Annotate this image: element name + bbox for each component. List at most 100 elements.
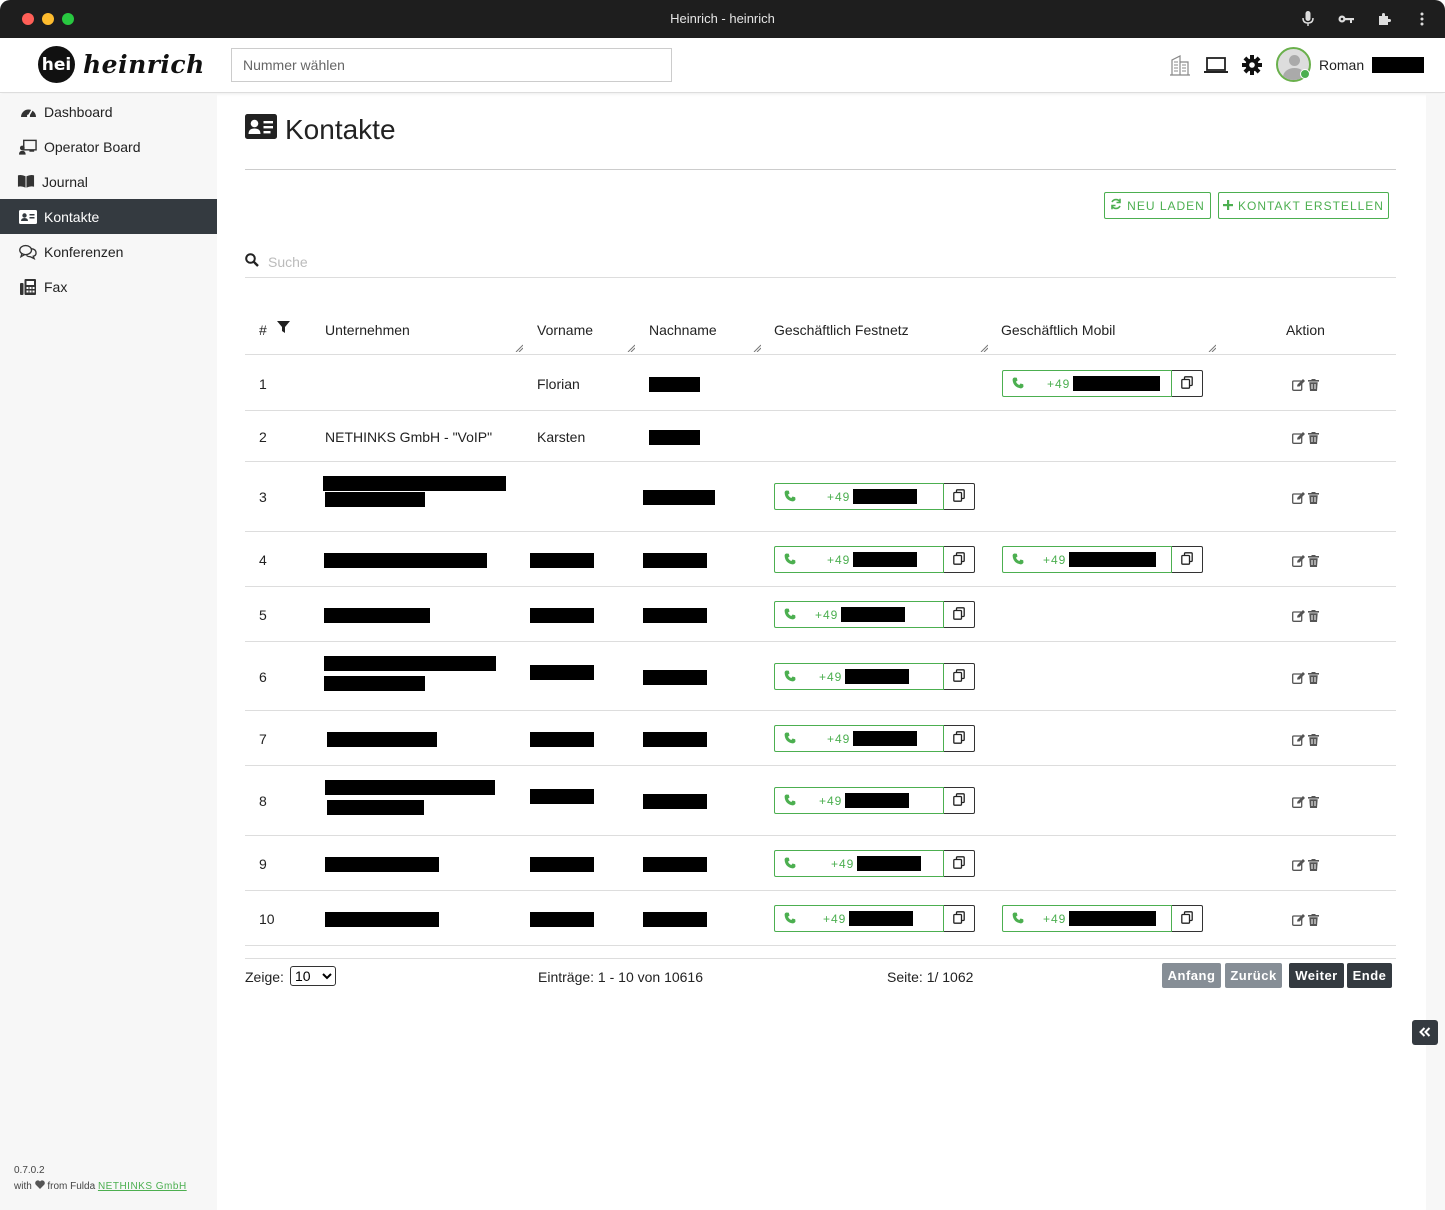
footer-company-link[interactable]: NETHINKS GmbH [98,1181,187,1192]
column-resize-handle[interactable] [627,344,635,352]
trash-icon[interactable] [1308,913,1319,929]
next-page-button[interactable]: Weiter [1289,963,1344,988]
previous-page-button[interactable]: Zurück [1225,963,1282,988]
phone-call-button[interactable]: +49 [774,546,975,573]
copy-number-button[interactable] [944,663,975,690]
key-icon[interactable] [1337,9,1355,29]
edit-icon[interactable] [1292,609,1305,625]
row-number: 7 [259,731,267,747]
phone-call-button[interactable]: +49 [774,663,975,690]
microphone-icon[interactable] [1299,9,1317,29]
more-menu-icon[interactable] [1413,9,1431,29]
phone-dial-button[interactable]: +49 [774,725,945,752]
phone-icon [784,793,796,809]
trash-icon[interactable] [1308,554,1319,570]
phone-dial-button[interactable]: +49 [774,850,945,877]
phone-dial-button[interactable]: +49 [1002,546,1173,573]
reload-button[interactable]: NEU LADEN [1104,192,1211,219]
phone-call-button[interactable]: +49 [774,850,975,877]
edit-icon[interactable] [1292,733,1305,749]
copy-number-button[interactable] [1172,546,1203,573]
trash-icon[interactable] [1308,609,1319,625]
copy-number-button[interactable] [944,787,975,814]
phone-call-button[interactable]: +49 [1002,546,1203,573]
column-resize-handle[interactable] [515,344,523,352]
phone-dial-button[interactable]: +49 [774,905,945,932]
copy-number-button[interactable] [944,850,975,877]
column-header-vorname[interactable]: Vorname [537,322,593,338]
sidebar-item-fax[interactable]: Fax [0,269,217,304]
copy-number-button[interactable] [1172,905,1203,932]
column-header-nachname[interactable]: Nachname [649,322,717,338]
phone-dial-button[interactable]: +49 [774,546,945,573]
phone-dial-button[interactable]: +49 [774,787,945,814]
copy-number-button[interactable] [944,601,975,628]
trash-icon[interactable] [1308,491,1319,507]
column-resize-handle[interactable] [753,344,761,352]
filter-icon[interactable] [277,320,290,336]
user-menu[interactable]: Roman [1276,47,1425,82]
create-contact-button[interactable]: KONTAKT ERSTELLEN [1218,192,1389,219]
edit-icon[interactable] [1292,913,1305,929]
copy-icon [953,488,965,505]
edit-icon[interactable] [1292,554,1305,570]
trash-icon[interactable] [1308,671,1319,687]
last-page-button[interactable]: Ende [1347,963,1392,988]
first-page-button[interactable]: Anfang [1162,963,1221,988]
phone-dial-button[interactable]: +49 [774,601,945,628]
collapse-panel-button[interactable] [1412,1020,1438,1045]
phone-dial-button[interactable]: +49 [774,663,945,690]
trash-icon[interactable] [1308,378,1319,394]
row-number: 4 [259,552,267,568]
edit-icon[interactable] [1292,858,1305,874]
dial-number-input[interactable] [231,48,672,82]
phone-call-button[interactable]: +49 [774,787,975,814]
phone-call-button[interactable]: +49 [1002,370,1203,397]
column-header-festnetz[interactable]: Geschäftlich Festnetz [774,322,909,338]
logo-text: heinrich [83,50,205,79]
redacted-block [327,800,424,815]
trash-icon[interactable] [1308,795,1319,811]
address-card-icon [245,114,277,146]
column-resize-handle[interactable] [980,344,988,352]
redacted-block [325,912,439,927]
phone-call-button[interactable]: +49 [774,725,975,752]
trash-icon[interactable] [1308,733,1319,749]
edit-icon[interactable] [1292,795,1305,811]
phone-dial-button[interactable]: +49 [1002,370,1173,397]
extensions-icon[interactable] [1375,9,1393,29]
sidebar-item-dashboard[interactable]: Dashboard [0,94,217,129]
copy-number-button[interactable] [944,546,975,573]
sidebar-item-konferenzen[interactable]: Konferenzen [0,234,217,269]
app-logo[interactable]: hei heinrich [38,46,205,83]
table-row: 7 +49 [245,711,1396,766]
copy-number-button[interactable] [944,483,975,510]
trash-icon[interactable] [1308,858,1319,874]
edit-icon[interactable] [1292,431,1305,447]
gear-icon[interactable] [1240,53,1264,77]
building-icon[interactable] [1168,53,1192,77]
copy-number-button[interactable] [944,725,975,752]
search-input[interactable] [268,253,668,270]
column-header-mobil[interactable]: Geschäftlich Mobil [1001,322,1115,338]
page-size-select[interactable]: 10 [290,966,336,986]
phone-call-button[interactable]: +49 [774,601,975,628]
phone-call-button[interactable]: +49 [774,483,975,510]
copy-number-button[interactable] [1172,370,1203,397]
edit-icon[interactable] [1292,491,1305,507]
laptop-icon[interactable] [1204,53,1228,77]
edit-icon[interactable] [1292,378,1305,394]
phone-call-button[interactable]: +49 [1002,905,1203,932]
column-header-unternehmen[interactable]: Unternehmen [325,322,410,338]
trash-icon[interactable] [1308,431,1319,447]
phone-dial-button[interactable]: +49 [774,483,945,510]
sidebar-item-operator-board[interactable]: Operator Board [0,129,217,164]
phone-call-button[interactable]: +49 [774,905,975,932]
main-content: Kontakte NEU LADEN KONTAKT ERSTELLEN # U… [217,94,1426,1210]
column-resize-handle[interactable] [1208,344,1216,352]
sidebar-item-kontakte[interactable]: Kontakte [0,199,217,234]
sidebar-item-journal[interactable]: Journal [0,164,217,199]
edit-icon[interactable] [1292,671,1305,687]
phone-dial-button[interactable]: +49 [1002,905,1173,932]
copy-number-button[interactable] [944,905,975,932]
